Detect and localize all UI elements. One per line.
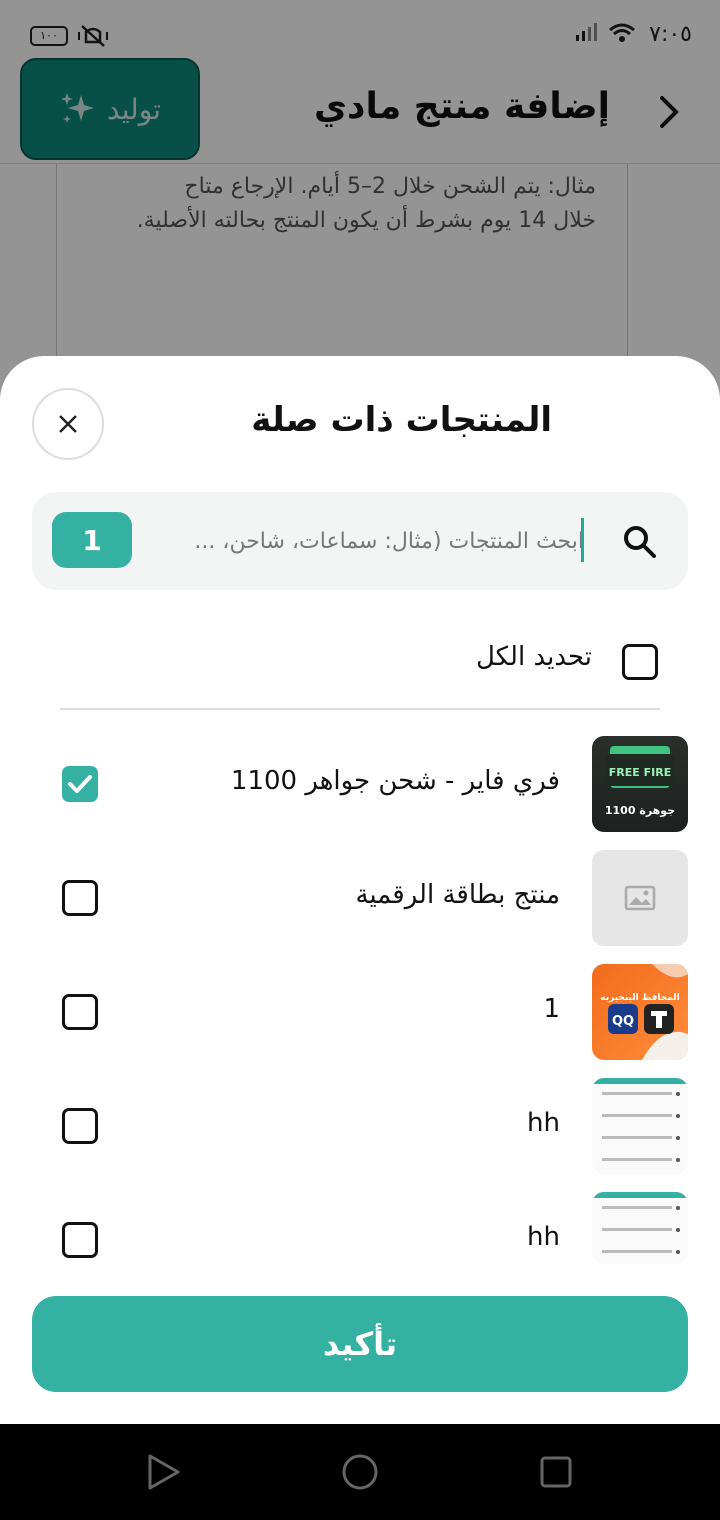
image-placeholder-icon <box>624 885 656 911</box>
text-caret <box>581 518 584 562</box>
image-placeholder-thumbnail <box>592 850 688 946</box>
related-products-sheet: المنتجات ذات صلة 1 تحديد الكل FREE FIRE … <box>0 356 720 1424</box>
home-circle-icon[interactable] <box>340 1452 380 1492</box>
list-thumb-art <box>592 1078 688 1162</box>
product-checkbox[interactable] <box>62 1108 98 1144</box>
product-checkbox[interactable] <box>62 880 98 916</box>
recents-square-icon[interactable] <box>536 1452 576 1492</box>
orange-thumb-text: المحافظ البنجيريه <box>600 993 679 1003</box>
product-checkbox[interactable] <box>62 766 98 802</box>
orange-thumb-art: المحافظ البنجيريه QQ <box>600 964 688 1060</box>
orange-app-thumbnail: المحافظ البنجيريه QQ <box>592 964 688 1060</box>
product-row[interactable]: منتج بطاقة الرقمية <box>0 850 720 950</box>
select-all-row[interactable]: تحديد الكل <box>60 626 660 710</box>
close-icon <box>59 415 77 433</box>
product-checkbox[interactable] <box>62 994 98 1030</box>
search-icon[interactable] <box>620 522 660 562</box>
system-nav-bar <box>0 1424 720 1520</box>
product-row[interactable]: المحافظ البنجيريه QQ 1 <box>0 964 720 1064</box>
list-screenshot-thumbnail <box>592 1192 688 1264</box>
search-box: 1 <box>32 492 688 590</box>
product-name: 1 <box>543 994 560 1024</box>
list-thumb-art <box>592 1192 688 1254</box>
svg-text:QQ: QQ <box>612 1014 634 1029</box>
back-triangle-icon[interactable] <box>144 1452 184 1492</box>
select-all-checkbox[interactable] <box>622 644 658 680</box>
product-name: فري فاير - شحن جواهر 1100 <box>230 766 560 796</box>
select-all-label: تحديد الكل <box>475 642 592 672</box>
freefire-logo: FREE FIRE <box>609 766 671 779</box>
freefire-thumbnail: FREE FIRE 1100 جوهرة <box>592 736 688 832</box>
search-input[interactable] <box>164 520 584 562</box>
product-row[interactable]: hh <box>0 1078 720 1178</box>
confirm-button[interactable]: تأكيد <box>32 1296 688 1392</box>
product-row[interactable]: hh <box>0 1192 720 1264</box>
product-name: منتج بطاقة الرقمية <box>355 880 560 910</box>
checkmark-icon <box>68 775 92 793</box>
list-screenshot-thumbnail <box>592 1078 688 1174</box>
product-row[interactable]: FREE FIRE 1100 جوهرة فري فاير - شحن جواه… <box>0 736 720 836</box>
selected-count-badge: 1 <box>52 512 132 568</box>
product-checkbox[interactable] <box>62 1222 98 1258</box>
close-button[interactable] <box>32 388 104 460</box>
freefire-thumb-text: 1100 جوهرة <box>605 804 675 817</box>
product-name: hh <box>527 1222 560 1252</box>
freefire-thumb-art: FREE FIRE 1100 جوهرة <box>605 746 675 817</box>
sheet-title: المنتجات ذات صلة <box>251 400 552 440</box>
product-name: hh <box>527 1108 560 1138</box>
